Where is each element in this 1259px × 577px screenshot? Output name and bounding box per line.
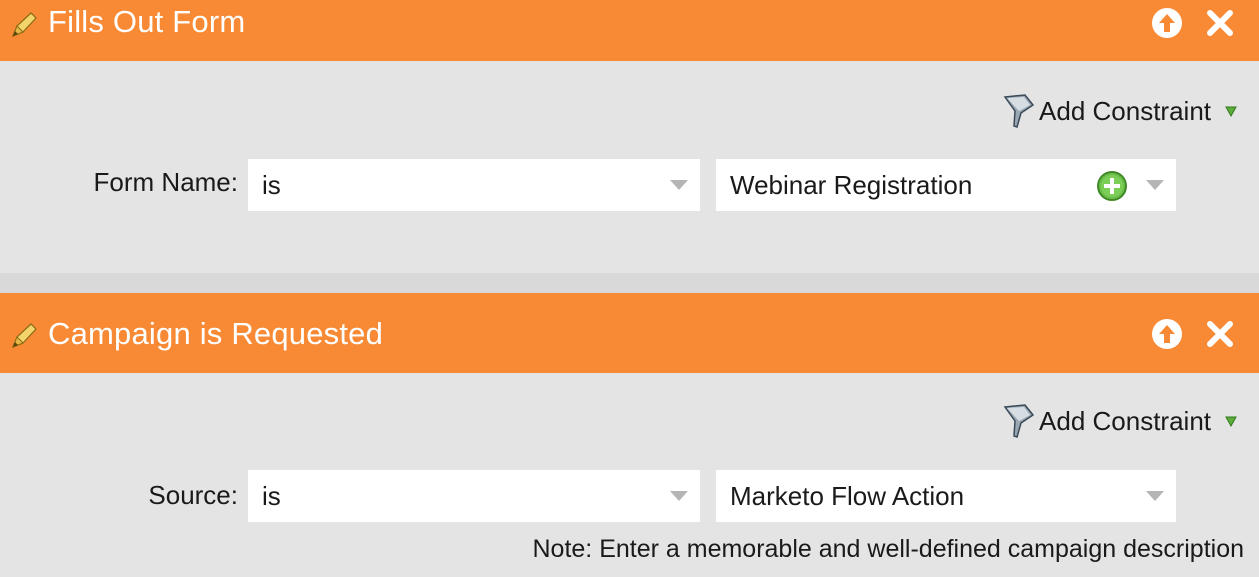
- pencil-trigger-icon: [11, 12, 37, 38]
- trigger-body: Add Constraint Form Name: is Webinar Reg…: [0, 61, 1259, 273]
- source-label: Source:: [148, 480, 238, 510]
- operator-value: is: [262, 170, 281, 200]
- trigger-header: Fills Out Form: [0, 0, 1259, 61]
- close-x-icon[interactable]: [1203, 6, 1237, 40]
- operator-select[interactable]: is: [248, 159, 700, 211]
- pencil-trigger-icon: [11, 323, 37, 349]
- operator-value: is: [262, 481, 281, 511]
- trigger-title: Campaign is Requested: [48, 316, 384, 351]
- arrow-up-circle-icon[interactable]: [1150, 317, 1184, 351]
- source-value: Marketo Flow Action: [730, 481, 965, 511]
- funnel-icon: [1003, 94, 1035, 128]
- chevron-down-icon: [1146, 180, 1164, 190]
- triangle-down-icon[interactable]: [1225, 105, 1237, 117]
- add-constraint-label: Add Constraint: [1039, 405, 1211, 436]
- funnel-icon: [1003, 404, 1035, 438]
- chevron-down-icon: [670, 180, 688, 190]
- form-name-select[interactable]: Webinar Registration: [716, 159, 1176, 211]
- trigger-campaign-is-requested: Campaign is Requested Add Constraint Sou…: [0, 293, 1259, 577]
- trigger-title: Fills Out Form: [48, 4, 246, 39]
- arrow-up-circle-icon[interactable]: [1150, 6, 1184, 40]
- form-name-label: Form Name:: [93, 167, 238, 197]
- trigger-header: Campaign is Requested: [0, 293, 1259, 373]
- close-x-icon[interactable]: [1203, 317, 1237, 351]
- operator-select[interactable]: is: [248, 470, 700, 522]
- trigger-body: Add Constraint Source: is Marketo Flow A…: [0, 373, 1259, 577]
- source-select[interactable]: Marketo Flow Action: [716, 470, 1176, 522]
- plus-circle-icon[interactable]: [1096, 170, 1128, 202]
- form-name-value: Webinar Registration: [730, 170, 973, 200]
- trigger-fills-out-form: Fills Out Form Add Constraint Form Name:…: [0, 0, 1259, 273]
- add-constraint-button[interactable]: Add Constraint: [1003, 403, 1237, 439]
- trigger-separator: [0, 273, 1259, 293]
- add-constraint-button[interactable]: Add Constraint: [1003, 93, 1237, 129]
- triangle-down-icon[interactable]: [1225, 415, 1237, 427]
- chevron-down-icon: [1146, 491, 1164, 501]
- campaign-note: Note: Enter a memorable and well-defined…: [532, 535, 1245, 563]
- chevron-down-icon: [670, 491, 688, 501]
- add-constraint-label: Add Constraint: [1039, 95, 1211, 126]
